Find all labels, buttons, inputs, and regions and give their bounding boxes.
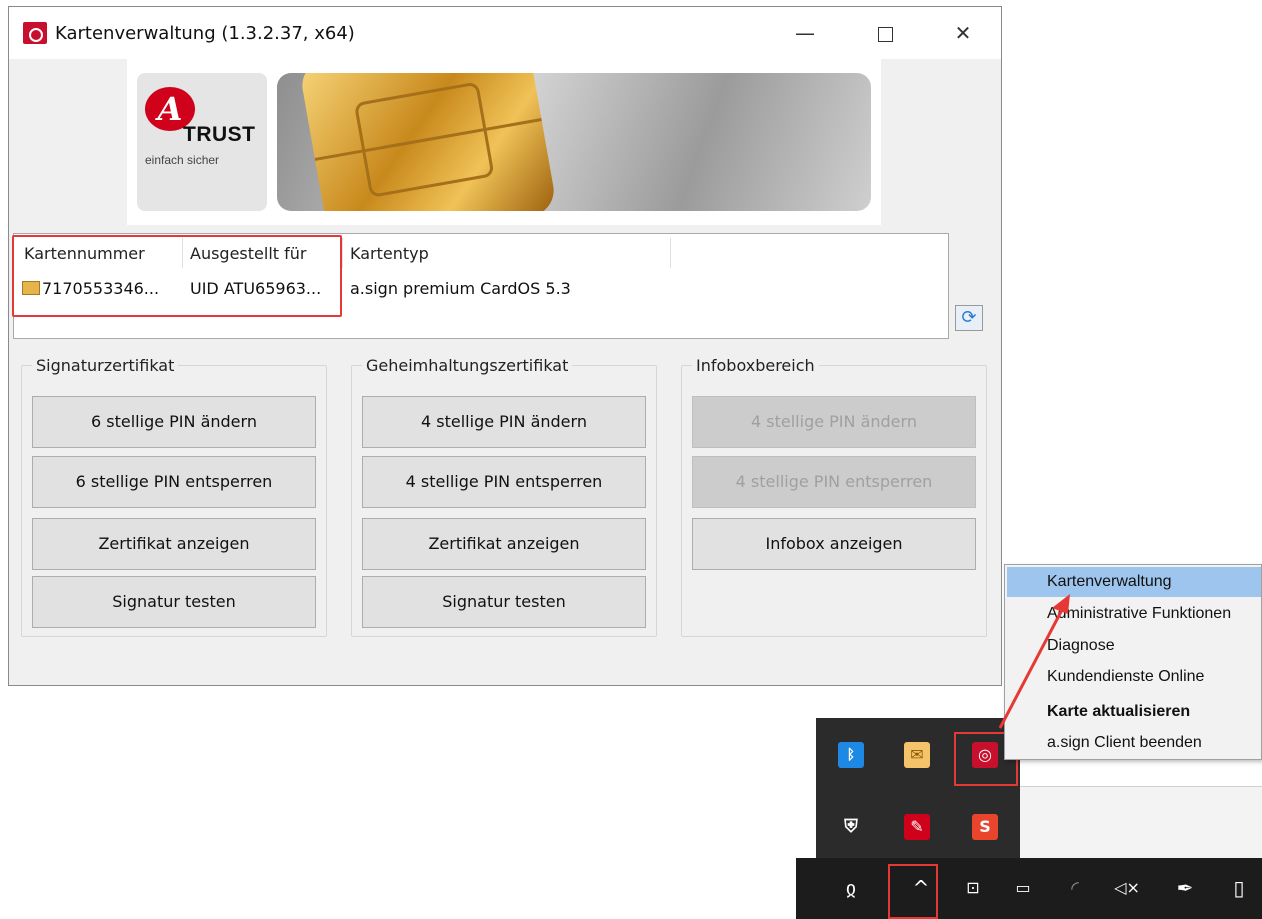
menu-item-kundendienste-online[interactable]: Kundendienste Online [1007, 662, 1261, 692]
battery-icon[interactable]: ▭ [1006, 872, 1040, 904]
group-title: Signaturzertifikat [32, 356, 179, 375]
menu-item-diagnose[interactable]: Diagnose [1007, 631, 1261, 661]
show-infobox-button[interactable]: Infobox anzeigen [692, 518, 976, 570]
show-encryption-certificate-button[interactable]: Zertifikat anzeigen [362, 518, 646, 570]
menu-item-kartenverwaltung[interactable]: Kartenverwaltung [1007, 567, 1261, 597]
minimize-button[interactable]: — [775, 17, 835, 49]
logo-text: TRUST [183, 123, 256, 146]
security-shield-icon[interactable]: ⛨ [838, 814, 864, 840]
s-app-icon[interactable]: S [972, 814, 998, 840]
taskbar: ჲ ^ ⊡ ▭ ◜ ◁× ✒ ▯ [796, 858, 1262, 919]
card-type: a.sign premium CardOS 5.3 [350, 279, 571, 298]
mail-icon[interactable]: ✉ [904, 742, 930, 768]
title-bar[interactable]: Kartenverwaltung (1.3.2.37, x64) — ✕ [9, 7, 1001, 59]
a-trust-logo: A TRUST einfach sicher [137, 73, 267, 211]
tray-context-menu: Kartenverwaltung Administrative Funktion… [1004, 564, 1262, 760]
highlight-box-show-hidden-icons [888, 864, 938, 919]
window-title: Kartenverwaltung (1.3.2.37, x64) [55, 22, 355, 44]
background-window-strip [1020, 786, 1262, 858]
test-encryption-signature-button[interactable]: Signatur testen [362, 576, 646, 628]
people-icon[interactable]: ჲ [834, 872, 868, 904]
bluetooth-icon[interactable]: ᛒ [838, 742, 864, 768]
unlock-4-digit-pin-button[interactable]: 4 stellige PIN entsperren [362, 456, 646, 508]
volume-muted-icon[interactable]: ◁× [1110, 872, 1144, 904]
infobox-change-pin-button: 4 stellige PIN ändern [692, 396, 976, 448]
menu-item-client-beenden[interactable]: a.sign Client beenden [1007, 728, 1261, 758]
group-geheimhaltungszertifikat: Geheimhaltungszertifikat 4 stellige PIN … [351, 356, 657, 637]
maximize-icon [877, 27, 893, 42]
group-signaturzertifikat: Signaturzertifikat 6 stellige PIN ändern… [21, 356, 327, 637]
test-signature-button[interactable]: Signatur testen [32, 576, 316, 628]
column-header-kartentyp[interactable]: Kartentyp [350, 244, 429, 263]
menu-item-karte-aktualisieren[interactable]: Karte aktualisieren [1007, 697, 1261, 727]
group-title: Infoboxbereich [692, 356, 819, 375]
column-separator [670, 238, 671, 268]
maximize-button[interactable] [855, 17, 915, 49]
acrobat-icon[interactable]: ✎ [904, 814, 930, 840]
refresh-icon: ⟳ [961, 307, 977, 328]
menu-item-administrative-funktionen[interactable]: Administrative Funktionen [1007, 599, 1261, 629]
group-title: Geheimhaltungszertifikat [362, 356, 573, 375]
chip-contacts [298, 73, 558, 211]
infobox-unlock-pin-button: 4 stellige PIN entsperren [692, 456, 976, 508]
change-6-digit-pin-button[interactable]: 6 stellige PIN ändern [32, 396, 316, 448]
highlight-box-card-info [12, 235, 342, 317]
pen-icon[interactable]: ✒ [1168, 872, 1202, 904]
column-separator [342, 238, 343, 268]
group-infoboxbereich: Infoboxbereich 4 stellige PIN ändern 4 s… [681, 356, 987, 637]
notification-icon[interactable]: ▯ [1222, 872, 1256, 904]
wifi-icon[interactable]: ◜ [1058, 872, 1092, 904]
kartenverwaltung-window: Kartenverwaltung (1.3.2.37, x64) — ✕ A T… [8, 6, 1002, 686]
change-4-digit-pin-button[interactable]: 4 stellige PIN ändern [362, 396, 646, 448]
refresh-button[interactable]: ⟳ [955, 305, 983, 331]
unlock-6-digit-pin-button[interactable]: 6 stellige PIN entsperren [32, 456, 316, 508]
banner: A TRUST einfach sicher [127, 59, 881, 225]
asign-app-icon [23, 22, 47, 44]
show-signature-certificate-button[interactable]: Zertifikat anzeigen [32, 518, 316, 570]
close-button[interactable]: ✕ [933, 17, 993, 49]
logo-tagline: einfach sicher [145, 153, 220, 167]
display-icon[interactable]: ⊡ [956, 872, 990, 904]
smartcard-chip-image [277, 73, 871, 211]
